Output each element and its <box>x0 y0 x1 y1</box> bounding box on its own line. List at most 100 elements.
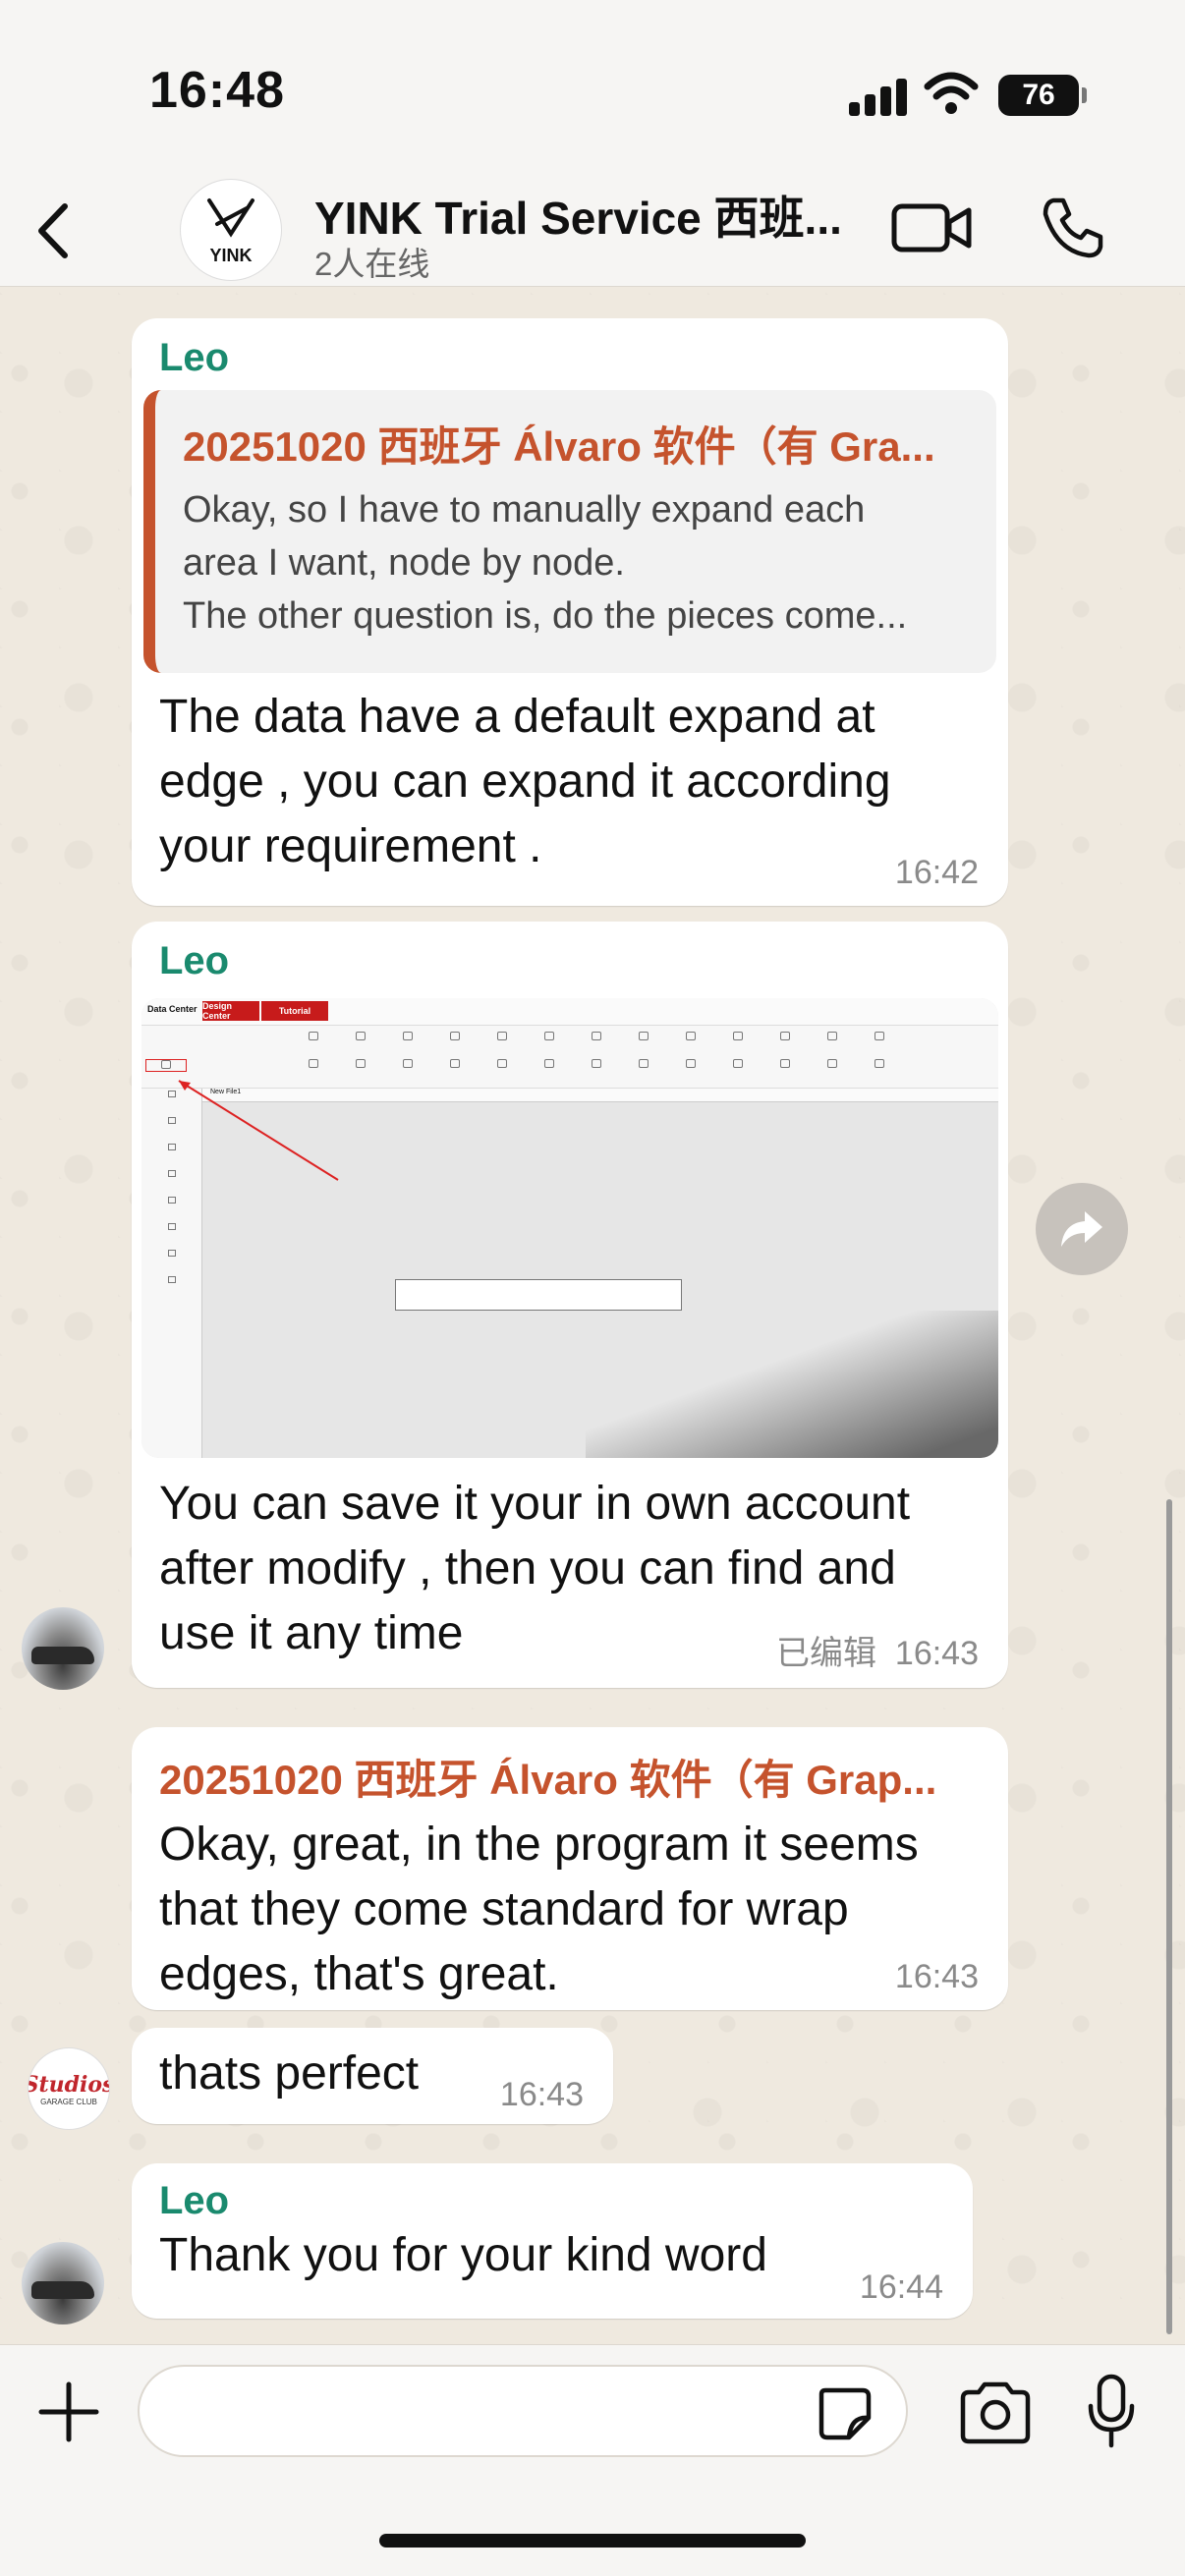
message-time: 16:43 <box>499 2076 584 2113</box>
edited-label: 已编辑 <box>776 1635 876 1672</box>
shot-tool-icon <box>434 1032 476 1042</box>
message-line: You can save it your in own account <box>159 1478 911 1530</box>
shot-tool-icon <box>481 1059 523 1070</box>
shot-tool-icon <box>623 1032 664 1042</box>
shot-tool-icon <box>764 1059 806 1070</box>
shot-tool-icon <box>529 1032 570 1042</box>
shot-tool-icon <box>670 1059 711 1070</box>
shot-tool-icon <box>481 1032 523 1042</box>
shot-side-icon <box>141 1276 201 1301</box>
shot-tool-icon <box>434 1059 476 1070</box>
avatar-logo-sub: GARAGE CLUB <box>40 2097 97 2106</box>
message-bubble[interactable]: Leo Data Center Design Center Tutorial N… <box>132 922 1008 1688</box>
message-time: 16:43 <box>894 1958 979 1995</box>
back-button[interactable] <box>24 196 92 265</box>
shot-tool-icon <box>670 1032 711 1042</box>
shot-tool-icon <box>387 1059 428 1070</box>
message-line: Okay, great, in the program it seems <box>159 1819 919 1871</box>
shot-tool-icon <box>717 1059 759 1070</box>
shot-tool-icon <box>387 1032 428 1042</box>
shot-side-icon <box>141 1250 201 1274</box>
message-line: edge , you can expand it according <box>159 756 891 808</box>
quote-text: Okay, so I have to manually expand each … <box>183 483 969 643</box>
message-time: 16:44 <box>859 2268 943 2306</box>
shot-canvas-rect <box>395 1279 682 1311</box>
message-line: The data have a default expand at <box>159 691 875 743</box>
status-bar: 16:48 76 <box>0 0 1185 177</box>
message-line: your requirement . <box>159 820 542 872</box>
camera-button[interactable] <box>957 2380 1034 2445</box>
forward-icon <box>1061 1211 1102 1247</box>
message-text: Thank you for your kind word <box>159 2229 767 2281</box>
shot-tab-design-center: Design Center <box>202 1001 259 1021</box>
shot-tool-icon <box>340 1032 381 1042</box>
chat-header: YINK YINK Trial Service 西班... 2人在线 <box>0 177 1185 287</box>
message-line: that they come standard for wrap <box>159 1883 849 1935</box>
shot-side-icon <box>141 1223 201 1248</box>
message-text: The data have a default expand at edge ,… <box>159 685 981 879</box>
message-time: 已编辑 16:43 <box>776 1626 979 1674</box>
avatar-label: YINK <box>209 245 253 265</box>
shot-tool-icon <box>623 1059 664 1070</box>
quote-title: 20251020 西班牙 Álvaro 软件（有 Gra... <box>183 423 935 470</box>
sticker-icon[interactable] <box>816 2384 873 2441</box>
message-time: 16:42 <box>894 854 979 891</box>
forward-button[interactable] <box>1036 1183 1128 1275</box>
reply-group-title: 20251020 西班牙 Álvaro 软件（有 Grap... <box>159 1757 937 1803</box>
quote-line: The other question is, do the pieces com… <box>183 595 908 637</box>
shot-tool-icon <box>340 1059 381 1070</box>
message-line: after modify , then you can find and <box>159 1542 896 1595</box>
shot-tool-icon <box>812 1059 853 1070</box>
sender-name: Leo <box>159 2179 230 2222</box>
image-attachment[interactable]: Data Center Design Center Tutorial New F… <box>141 998 998 1458</box>
shot-tab-tutorial: Tutorial <box>261 1001 328 1021</box>
quoted-message[interactable]: 20251020 西班牙 Álvaro 软件（有 Gra... Okay, so… <box>143 390 996 673</box>
shot-tool-icon <box>293 1059 334 1070</box>
scroll-indicator[interactable] <box>1166 1499 1172 2334</box>
online-status: 2人在线 <box>314 246 430 282</box>
shot-tool-icon <box>859 1059 900 1070</box>
red-arrow-icon <box>178 1080 339 1181</box>
shot-tab-data-center: Data Center <box>147 1004 198 1014</box>
attach-plus-button[interactable] <box>35 2379 102 2445</box>
shot-tool-icon <box>293 1032 334 1042</box>
shot-tool-icon <box>717 1032 759 1042</box>
group-avatar[interactable]: YINK <box>180 179 282 281</box>
shot-tool-icon <box>576 1032 617 1042</box>
shot-tool-icon <box>529 1059 570 1070</box>
shot-side-icon <box>141 1197 201 1221</box>
battery-icon: 76 <box>998 75 1087 116</box>
sender-avatar[interactable]: Studios GARAGE CLUB <box>28 2047 110 2130</box>
image-shadow <box>586 1311 998 1458</box>
shot-tool-icon <box>764 1032 806 1042</box>
message-time-value: 16:43 <box>894 1635 979 1672</box>
microphone-button[interactable] <box>1085 2373 1138 2449</box>
avatar-logo-text: Studios <box>28 2071 110 2098</box>
sender-avatar[interactable] <box>22 2242 104 2324</box>
wifi-icon <box>924 72 979 114</box>
shot-tool-icon <box>576 1059 617 1070</box>
shot-save-icon <box>145 1059 187 1072</box>
quote-line: Okay, so I have to manually expand each <box>183 489 866 531</box>
sender-name: Leo <box>159 336 230 379</box>
message-input[interactable] <box>138 2365 908 2457</box>
shot-tool-icon <box>812 1032 853 1042</box>
status-time: 16:48 <box>149 62 285 119</box>
message-text: Okay, great, in the program it seems tha… <box>159 1813 981 2007</box>
sender-avatar[interactable] <box>22 1607 104 1690</box>
quote-line: area I want, node by node. <box>183 542 625 584</box>
yink-logo-icon <box>207 197 254 238</box>
voice-call-button[interactable] <box>1038 193 1106 261</box>
message-bubble[interactable]: Leo Thank you for your kind word 16:44 <box>132 2163 973 2319</box>
cellular-signal-icon <box>849 77 908 116</box>
home-indicator <box>379 2534 806 2548</box>
message-bubble[interactable]: Leo 20251020 西班牙 Álvaro 软件（有 Gra... Okay… <box>132 318 1008 906</box>
shot-tabbar: Data Center Design Center Tutorial <box>141 998 998 1026</box>
message-bubble[interactable]: thats perfect 16:43 <box>132 2028 613 2124</box>
message-line: edges, that's great. <box>159 1948 559 2000</box>
message-bubble[interactable]: 20251020 西班牙 Álvaro 软件（有 Grap... Okay, g… <box>132 1727 1008 2010</box>
video-call-button[interactable] <box>890 196 973 259</box>
sender-name: Leo <box>159 939 230 982</box>
composer-bar <box>0 2344 1185 2576</box>
shot-tool-icon <box>859 1032 900 1042</box>
